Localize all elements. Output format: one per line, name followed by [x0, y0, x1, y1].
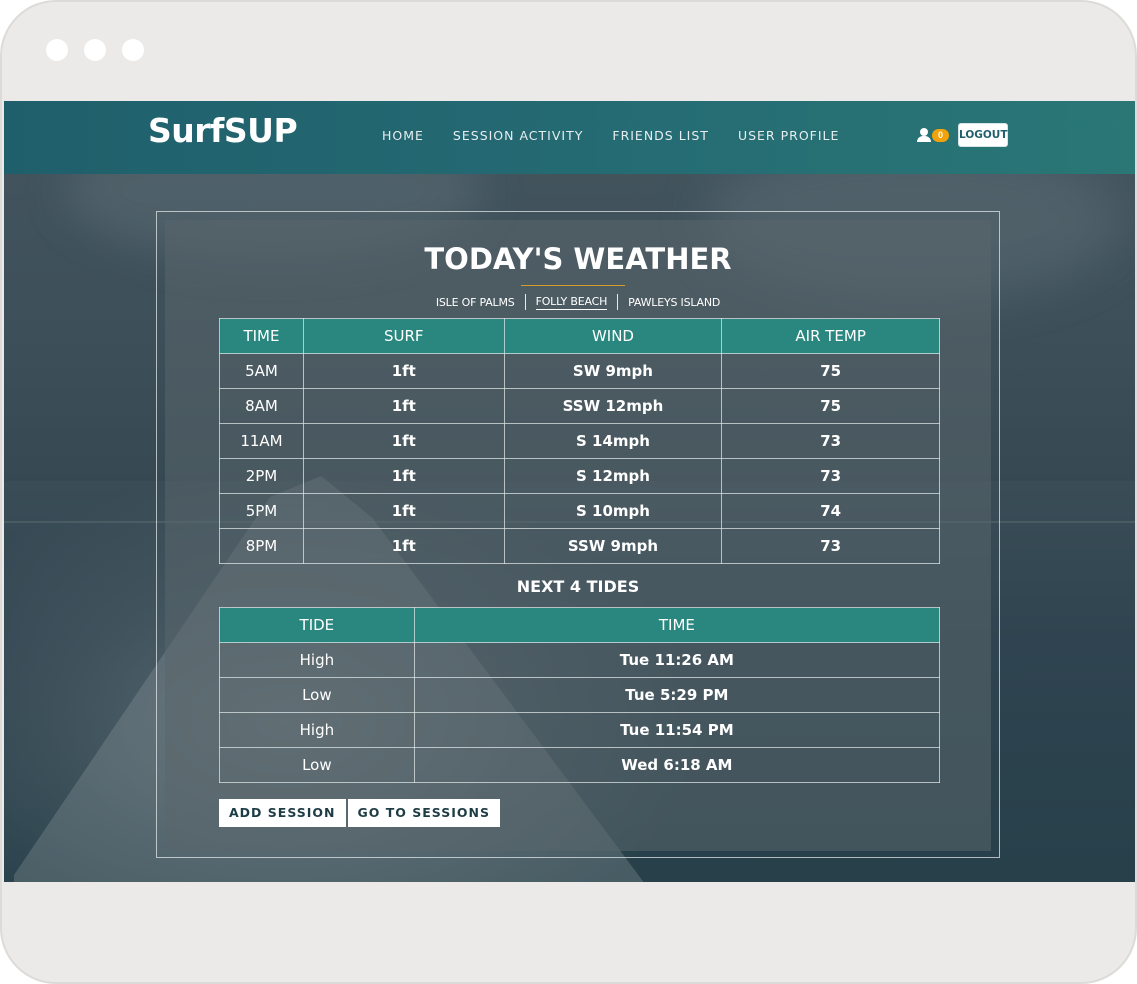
weather-panel-inner: TODAY'S WEATHER ISLE OF PALMS FOLLY BEAC…	[165, 220, 991, 851]
cell-time: 5PM	[219, 493, 304, 529]
table-row: High Tue 11:54 PM	[219, 712, 941, 748]
page-viewport: SurfSUP HOME SESSION ACTIVITY FRIENDS LI…	[4, 101, 1135, 882]
column-header-time: TIME	[219, 318, 304, 354]
cell-surf: 1ft	[302, 493, 505, 529]
cell-tide-time: Tue 11:26 AM	[413, 642, 941, 678]
cell-wind: S 14mph	[503, 423, 723, 459]
cell-tide-time: Tue 11:54 PM	[413, 712, 941, 748]
cell-surf: 1ft	[302, 388, 505, 424]
cell-time: 8PM	[219, 528, 304, 564]
cell-surf: 1ft	[302, 423, 505, 459]
cell-wind: SSW 9mph	[503, 528, 723, 564]
cell-air-temp: 73	[721, 458, 940, 494]
nav-session-activity[interactable]: SESSION ACTIVITY	[453, 128, 583, 143]
cell-time: 2PM	[219, 458, 304, 494]
main-nav: HOME SESSION ACTIVITY FRIENDS LIST USER …	[382, 128, 839, 143]
action-buttons: ADD SESSION GO TO SESSIONS	[219, 799, 500, 827]
table-row: 11AM 1ft S 14mph 73	[219, 423, 940, 459]
column-header-time: TIME	[413, 607, 941, 643]
notification-badge[interactable]: 0	[932, 128, 949, 142]
user-area: 0 LOGOUT	[917, 123, 1008, 147]
cell-tide: High	[219, 642, 415, 678]
location-folly-beach[interactable]: FOLLY BEACH	[535, 295, 607, 310]
nav-home[interactable]: HOME	[382, 128, 424, 143]
table-row: 2PM 1ft S 12mph 73	[219, 458, 940, 494]
column-header-tide: TIDE	[219, 607, 415, 643]
location-pawleys-island[interactable]: PAWLEYS ISLAND	[618, 296, 730, 309]
cell-tide: Low	[219, 677, 415, 713]
cell-air-temp: 73	[721, 423, 940, 459]
table-row: 8PM 1ft SSW 9mph 73	[219, 528, 940, 564]
table-row: Low Tue 5:29 PM	[219, 677, 941, 713]
cell-air-temp: 75	[721, 388, 940, 424]
weather-panel: TODAY'S WEATHER ISLE OF PALMS FOLLY BEAC…	[156, 211, 1000, 858]
tides-title: NEXT 4 TIDES	[516, 577, 640, 596]
table-row: 5PM 1ft S 10mph 74	[219, 493, 940, 529]
cell-tide: High	[219, 712, 415, 748]
cell-tide-time: Wed 6:18 AM	[413, 747, 941, 783]
cell-wind: SW 9mph	[503, 353, 723, 389]
browser-frame: SurfSUP HOME SESSION ACTIVITY FRIENDS LI…	[0, 0, 1137, 984]
cell-wind: S 12mph	[503, 458, 723, 494]
cell-wind: S 10mph	[503, 493, 723, 529]
tides-table: TIDE TIME High Tue 11:26 AM Low Tue 5:29…	[219, 607, 941, 783]
cell-surf: 1ft	[302, 458, 505, 494]
cell-tide: Low	[219, 747, 415, 783]
window-dot-maximize[interactable]	[122, 39, 144, 61]
window-controls	[46, 39, 144, 61]
location-isle-of-palms[interactable]: ISLE OF PALMS	[426, 296, 525, 309]
page-title: TODAY'S WEATHER	[424, 242, 732, 276]
table-row: High Tue 11:26 AM	[219, 642, 941, 678]
go-to-sessions-button[interactable]: GO TO SESSIONS	[347, 799, 500, 827]
cell-air-temp: 74	[721, 493, 940, 529]
weather-header-row: TIME SURF WIND AIR TEMP	[219, 318, 940, 354]
nav-friends-list[interactable]: FRIENDS LIST	[612, 128, 709, 143]
table-row: 5AM 1ft SW 9mph 75	[219, 353, 940, 389]
column-header-wind: WIND	[503, 318, 723, 354]
cell-time: 8AM	[219, 388, 304, 424]
cell-air-temp: 75	[721, 353, 940, 389]
cell-time: 5AM	[219, 353, 304, 389]
weather-table: TIME SURF WIND AIR TEMP 5AM 1ft SW 9mph …	[219, 318, 940, 564]
logout-button[interactable]: LOGOUT	[958, 123, 1008, 147]
nav-user-profile[interactable]: USER PROFILE	[738, 128, 839, 143]
table-row: 8AM 1ft SSW 12mph 75	[219, 388, 940, 424]
table-row: Low Wed 6:18 AM	[219, 747, 941, 783]
user-icon[interactable]	[917, 128, 931, 142]
column-header-air-temp: AIR TEMP	[721, 318, 940, 354]
location-divider	[524, 294, 526, 310]
cell-air-temp: 73	[721, 528, 940, 564]
cell-tide-time: Tue 5:29 PM	[413, 677, 941, 713]
cell-surf: 1ft	[302, 353, 505, 389]
location-tabs: ISLE OF PALMS FOLLY BEACH PAWLEYS ISLAND	[165, 294, 991, 310]
site-logo[interactable]: SurfSUP	[148, 111, 298, 150]
cell-wind: SSW 12mph	[503, 388, 723, 424]
top-navbar: SurfSUP HOME SESSION ACTIVITY FRIENDS LI…	[4, 101, 1135, 174]
window-dot-minimize[interactable]	[84, 39, 106, 61]
tides-header-row: TIDE TIME	[219, 607, 941, 643]
add-session-button[interactable]: ADD SESSION	[219, 799, 346, 827]
window-dot-close[interactable]	[46, 39, 68, 61]
title-underline	[521, 285, 625, 286]
cell-surf: 1ft	[302, 528, 505, 564]
column-header-surf: SURF	[302, 318, 505, 354]
cell-time: 11AM	[219, 423, 304, 459]
